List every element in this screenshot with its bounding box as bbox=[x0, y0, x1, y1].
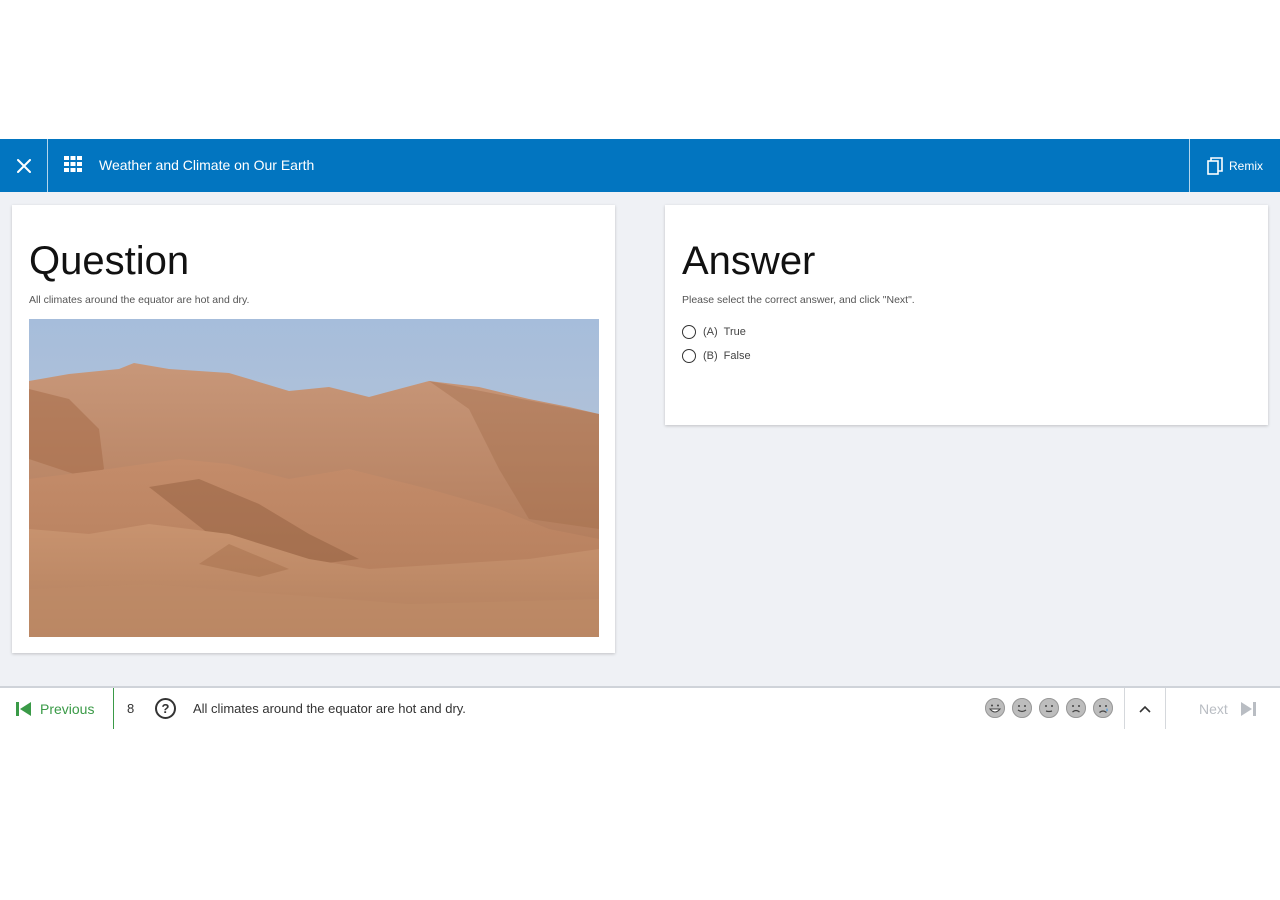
grid-menu-button[interactable] bbox=[64, 156, 84, 174]
option-label: False bbox=[723, 350, 751, 362]
footer-question-text: All climates around the equator are hot … bbox=[193, 701, 466, 716]
option-label: True bbox=[723, 326, 746, 338]
option-letter: (B) bbox=[703, 350, 718, 362]
help-icon[interactable]: ? bbox=[155, 698, 176, 719]
close-button[interactable] bbox=[0, 139, 48, 192]
sad-face-icon[interactable] bbox=[1066, 698, 1086, 718]
page-title: Weather and Climate on Our Earth bbox=[99, 157, 315, 173]
answer-heading: Answer bbox=[682, 239, 816, 283]
option-letter: (A) bbox=[703, 326, 718, 338]
navigation-bar: Previous 8 ? All climates around the equ… bbox=[0, 686, 1280, 729]
previous-label: Previous bbox=[40, 700, 95, 717]
question-text: All climates around the equator are hot … bbox=[29, 294, 250, 306]
radio-button[interactable] bbox=[682, 349, 696, 363]
option-b[interactable]: (B) False bbox=[682, 344, 751, 368]
happy-face-icon[interactable] bbox=[1012, 698, 1032, 718]
previous-button[interactable]: Previous bbox=[0, 688, 114, 729]
expand-button[interactable] bbox=[1124, 688, 1166, 729]
question-card: Question All climates around the equator… bbox=[12, 205, 615, 653]
skip-previous-icon bbox=[16, 701, 31, 716]
answer-card: Answer Please select the correct answer,… bbox=[665, 205, 1268, 425]
desert-image bbox=[29, 319, 599, 637]
chevron-up-icon bbox=[1139, 705, 1151, 713]
close-icon bbox=[16, 158, 31, 173]
question-number: 8 bbox=[127, 701, 135, 716]
neutral-face-icon[interactable] bbox=[1039, 698, 1059, 718]
skip-next-icon bbox=[1240, 701, 1256, 716]
question-heading: Question bbox=[29, 239, 190, 283]
very-happy-face-icon[interactable] bbox=[985, 698, 1005, 718]
crying-face-icon[interactable] bbox=[1093, 698, 1113, 718]
radio-button[interactable] bbox=[682, 325, 696, 339]
remix-button[interactable]: Remix bbox=[1189, 139, 1280, 192]
rating-faces bbox=[985, 698, 1113, 718]
next-button[interactable]: Next bbox=[1199, 688, 1256, 729]
answer-options: (A) True (B) False bbox=[682, 320, 751, 368]
top-blank-area bbox=[0, 0, 1280, 139]
remix-label: Remix bbox=[1228, 158, 1263, 173]
content-area: Question All climates around the equator… bbox=[0, 192, 1280, 686]
remix-copy-icon bbox=[1207, 156, 1223, 175]
answer-instruction: Please select the correct answer, and cl… bbox=[682, 294, 915, 306]
grid-icon bbox=[64, 156, 82, 172]
header-bar: Weather and Climate on Our Earth Remix bbox=[0, 139, 1280, 192]
next-label: Next bbox=[1199, 700, 1228, 717]
option-a[interactable]: (A) True bbox=[682, 320, 751, 344]
